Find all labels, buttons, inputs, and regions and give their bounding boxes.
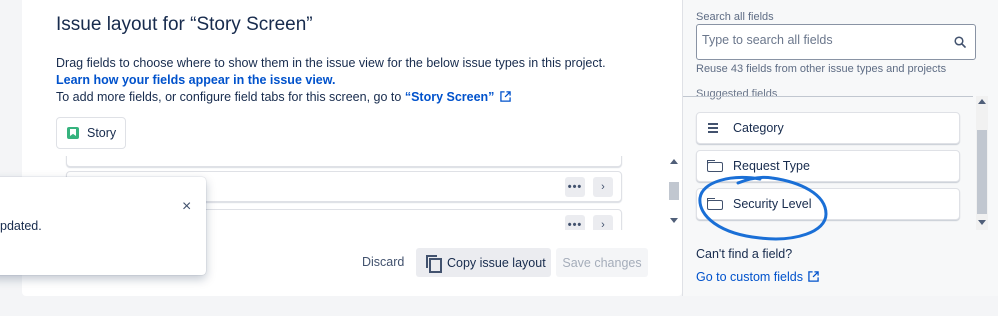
description-text: Drag fields to choose where to show them… — [56, 56, 606, 70]
flag-message: pdated. — [0, 219, 42, 233]
bottom-strip — [0, 296, 998, 316]
scrollbar-thumb[interactable] — [977, 130, 987, 214]
field-row[interactable] — [66, 156, 622, 167]
chevron-right-icon[interactable]: › — [593, 177, 613, 197]
story-icon — [67, 127, 79, 139]
search-field[interactable] — [696, 24, 976, 60]
lines-icon — [707, 122, 723, 134]
search-label: Search all fields — [696, 11, 774, 23]
chevron-right-icon[interactable]: › — [593, 215, 613, 230]
select-list-icon — [707, 160, 723, 172]
issue-type-label: Story — [87, 126, 117, 140]
field-card-request-type[interactable]: Request Type — [696, 150, 960, 182]
divider — [683, 96, 973, 97]
field-card-security-level[interactable]: Security Level — [696, 188, 960, 220]
custom-fields-link[interactable]: Go to custom fields — [696, 270, 820, 284]
more-actions-button[interactable]: ••• — [565, 215, 585, 230]
scroll-up-arrow-icon[interactable] — [670, 159, 678, 164]
copy-issue-layout-button[interactable]: Copy issue layout — [416, 248, 551, 277]
story-screen-link[interactable]: “Story Screen” — [405, 90, 495, 104]
copy-icon — [426, 255, 442, 273]
more-actions-button[interactable]: ••• — [565, 177, 585, 197]
field-label: Request Type — [733, 159, 810, 173]
copy-label: Copy issue layout — [447, 255, 546, 270]
search-input[interactable] — [702, 33, 947, 47]
select-list-icon — [707, 198, 723, 210]
custom-fields-label[interactable]: Go to custom fields — [696, 270, 803, 284]
close-icon[interactable]: × — [182, 198, 191, 216]
page-title: Issue layout for “Story Screen” — [56, 14, 313, 35]
discard-button[interactable]: Discard — [362, 255, 404, 269]
field-label: Security Level — [733, 197, 812, 211]
search-icon[interactable] — [954, 36, 966, 48]
reuse-fields-text: Reuse 43 fields from other issue types a… — [696, 63, 947, 75]
issue-type-story[interactable]: Story — [56, 117, 126, 149]
save-changes-button[interactable]: Save changes — [556, 248, 648, 277]
cant-find-field-text: Can't find a field? — [696, 247, 793, 261]
external-link-icon[interactable] — [500, 91, 511, 102]
layout-description: Drag fields to choose where to show them… — [56, 55, 656, 106]
field-card-category[interactable]: Category — [696, 112, 960, 144]
suggested-fields-heading: Suggested fields — [696, 88, 778, 100]
add-fields-text: To add more fields, or configure field t… — [56, 89, 656, 106]
external-link-icon[interactable] — [808, 271, 820, 282]
scroll-down-arrow-icon[interactable] — [670, 218, 678, 223]
scroll-up-arrow-icon[interactable] — [978, 99, 986, 104]
suggested-fields-list: Suggested fields Category Request Type S… — [683, 86, 988, 234]
scrollbar-thumb[interactable] — [669, 182, 679, 200]
field-list-scrollbar[interactable] — [668, 156, 680, 228]
field-label: Category — [733, 121, 784, 135]
sidebar-scrollbar[interactable] — [976, 96, 988, 230]
add-fields-prefix: To add more fields, or configure field t… — [56, 90, 402, 104]
learn-fields-link[interactable]: Learn how your fields appear in the issu… — [56, 72, 656, 89]
scroll-down-arrow-icon[interactable] — [978, 220, 986, 225]
